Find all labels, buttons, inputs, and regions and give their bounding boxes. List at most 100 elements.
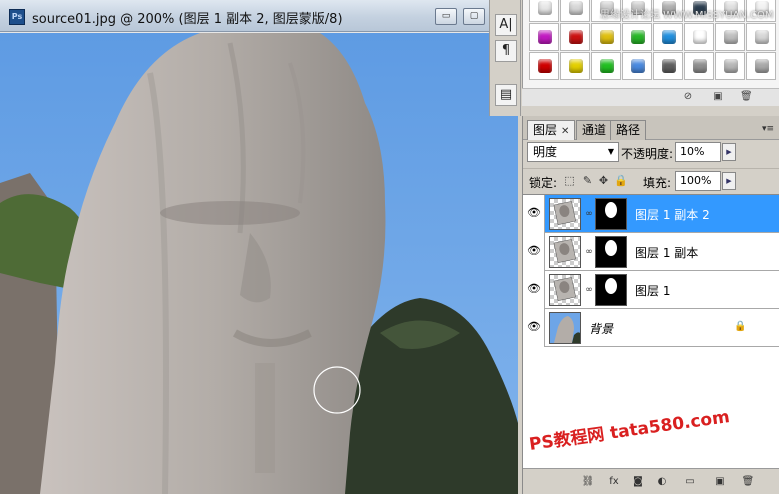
style-preview-icon — [538, 30, 552, 44]
document-title-bar[interactable]: Ps source01.jpg @ 200% (图层 1 副本 2, 图层蒙版/… — [0, 0, 518, 32]
style-preview-icon — [538, 59, 552, 73]
notes-panel-icon[interactable]: ▤ — [495, 84, 517, 106]
lock-pixels-icon[interactable]: ✎ — [581, 174, 594, 187]
lock-transparency-icon[interactable]: ⬚ — [563, 174, 576, 187]
panel-menu-icon[interactable]: ▾≡ — [762, 124, 774, 134]
tab-channels[interactable]: 通道 — [576, 120, 613, 140]
style-preview-icon — [631, 59, 645, 73]
layers-panel-tabs: 图层 ✕ 通道 路径 ▾≡ — [523, 116, 779, 140]
new-layer-icon[interactable]: ▣ — [713, 475, 727, 489]
style-swatch[interactable] — [653, 52, 683, 80]
tab-layers-label: 图层 — [533, 123, 558, 137]
style-preview-icon — [755, 30, 769, 44]
layer-row[interactable]: 👁 ∞ 图层 1 — [523, 271, 779, 309]
eye-icon: 👁 — [527, 282, 541, 295]
style-swatch[interactable] — [529, 52, 559, 80]
background-thumbnail[interactable] — [549, 312, 581, 344]
delete-layer-icon[interactable]: 🗑 — [741, 475, 755, 489]
fill-input[interactable]: 100% — [675, 171, 721, 191]
visibility-toggle[interactable]: 👁 — [523, 233, 545, 271]
blend-mode-select[interactable]: 明度 ▼ — [527, 142, 619, 162]
style-preview-icon — [724, 59, 738, 73]
style-swatch[interactable] — [715, 23, 745, 51]
mask-link-icon[interactable]: ∞ — [585, 245, 593, 259]
character-panel-icon[interactable]: A| — [495, 14, 517, 36]
document-title: source01.jpg @ 200% (图层 1 副本 2, 图层蒙版/8) — [32, 12, 343, 27]
add-mask-icon[interactable]: ◙ — [631, 475, 645, 489]
style-swatch[interactable] — [684, 52, 714, 80]
new-style-icon[interactable]: ▣ — [712, 91, 724, 103]
eye-icon: 👁 — [527, 206, 541, 219]
layers-panel-footer: ⛓ fx ◙ ◐ ▭ ▣ 🗑 — [523, 468, 779, 494]
close-icon[interactable]: ✕ — [561, 126, 569, 137]
layer-thumbnail[interactable] — [549, 198, 581, 230]
fill-slider-button[interactable]: ▶ — [722, 172, 736, 190]
style-swatch[interactable] — [560, 0, 590, 22]
no-style-icon[interactable]: ⊘ — [682, 91, 694, 103]
style-preview-icon — [662, 30, 676, 44]
image-canvas[interactable] — [0, 33, 518, 494]
lock-row: 锁定: ⬚ ✎ ✥ 🔒 填充: 100% ▶ — [523, 168, 779, 192]
visibility-toggle[interactable]: 👁 — [523, 271, 545, 309]
layer-thumbnail[interactable] — [549, 236, 581, 268]
style-swatch[interactable] — [622, 52, 652, 80]
layer-mask-thumbnail[interactable] — [595, 236, 627, 268]
style-swatch[interactable] — [591, 52, 621, 80]
style-preview-icon — [755, 59, 769, 73]
style-swatch[interactable] — [529, 0, 559, 22]
style-preview-icon — [538, 1, 552, 15]
minimize-button[interactable]: ▭ — [435, 8, 457, 25]
style-swatch[interactable] — [560, 52, 590, 80]
document-window: Ps source01.jpg @ 200% (图层 1 副本 2, 图层蒙版/… — [0, 0, 518, 494]
photoshop-icon: Ps — [9, 9, 25, 25]
lock-all-icon[interactable]: 🔒 — [614, 174, 628, 187]
tab-layers[interactable]: 图层 ✕ — [527, 120, 576, 140]
chevron-down-icon: ▼ — [607, 147, 614, 156]
style-swatch[interactable] — [715, 52, 745, 80]
eye-icon: 👁 — [527, 244, 541, 257]
maximize-button[interactable]: ▢ — [463, 8, 485, 25]
tab-paths[interactable]: 路径 — [610, 120, 647, 140]
layer-row[interactable]: 👁 ∞ 图层 1 副本 2 — [523, 195, 779, 233]
mask-link-icon[interactable]: ∞ — [585, 207, 593, 221]
layer-style-icon[interactable]: fx — [607, 475, 621, 489]
style-swatch[interactable] — [684, 23, 714, 51]
delete-style-icon[interactable]: 🗑 — [740, 91, 753, 103]
link-layers-icon[interactable]: ⛓ — [581, 475, 595, 489]
style-preview-icon — [693, 30, 707, 44]
layer-name: 背景 — [589, 322, 614, 336]
opacity-slider-button[interactable]: ▶ — [722, 143, 736, 161]
style-swatch[interactable] — [529, 23, 559, 51]
lock-position-icon[interactable]: ✥ — [597, 174, 610, 187]
new-group-icon[interactable]: ▭ — [683, 475, 697, 489]
layer-lock-icon: 🔒 — [734, 321, 747, 332]
style-swatch[interactable] — [560, 23, 590, 51]
blend-mode-value: 明度 — [533, 145, 558, 159]
paragraph-panel-icon[interactable]: ¶ — [495, 40, 517, 62]
adjustment-layer-icon[interactable]: ◐ — [655, 475, 669, 489]
layer-row[interactable]: 👁 ∞ 图层 1 副本 — [523, 233, 779, 271]
site-watermark-top: 思缘设计论坛 WWW.MISSYUAN.COM — [600, 10, 774, 21]
fill-label: 填充: — [643, 176, 672, 190]
style-preview-icon — [724, 30, 738, 44]
style-preview-icon — [569, 59, 583, 73]
style-preview-icon — [631, 30, 645, 44]
visibility-toggle[interactable]: 👁 — [523, 309, 545, 347]
layer-row[interactable]: 👁 背景 🔒 — [523, 309, 779, 347]
layer-thumbnail[interactable] — [549, 274, 581, 306]
style-swatch[interactable] — [591, 23, 621, 51]
style-swatch[interactable] — [746, 52, 776, 80]
style-swatch[interactable] — [622, 23, 652, 51]
rock-face-image — [0, 33, 518, 494]
style-swatch[interactable] — [653, 23, 683, 51]
mask-link-icon[interactable]: ∞ — [585, 283, 593, 297]
eye-icon: 👁 — [527, 320, 541, 333]
layer-mask-thumbnail[interactable] — [595, 198, 627, 230]
style-preview-icon — [662, 59, 676, 73]
opacity-input[interactable]: 10% — [675, 142, 721, 162]
visibility-toggle[interactable]: 👁 — [523, 195, 545, 233]
style-preview-icon — [693, 59, 707, 73]
layer-name: 图层 1 副本 2 — [635, 208, 710, 222]
style-swatch[interactable] — [746, 23, 776, 51]
layer-mask-thumbnail[interactable] — [595, 274, 627, 306]
